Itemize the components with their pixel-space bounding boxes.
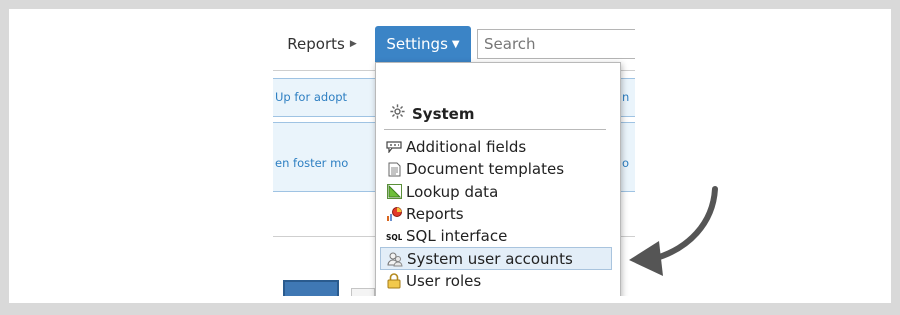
svg-text:SQL: SQL bbox=[386, 233, 402, 241]
screenshot-frame: Reports ▶ Settings ▼ Up for adopt en fos… bbox=[9, 9, 891, 303]
menu-item-label: Additional fields bbox=[406, 138, 527, 157]
background-link[interactable]: Up for adopt bbox=[275, 90, 347, 104]
menu-item-user-roles[interactable]: User roles bbox=[380, 270, 612, 292]
menu-item-sql-interface[interactable]: SQL SQL interface bbox=[380, 225, 612, 247]
menu-item-system-user-accounts[interactable]: System user accounts bbox=[380, 247, 612, 270]
app-viewport: Reports ▶ Settings ▼ Up for adopt en fos… bbox=[273, 26, 635, 296]
lookup-icon bbox=[386, 184, 402, 200]
settings-dropdown-menu: System Additional fields Document templa… bbox=[375, 62, 621, 296]
menu-item-label: Document templates bbox=[406, 160, 565, 179]
thumbnail-image[interactable] bbox=[351, 288, 375, 296]
fields-icon bbox=[386, 139, 402, 155]
menu-item-label: SQL interface bbox=[406, 227, 508, 246]
search-input[interactable] bbox=[477, 29, 635, 59]
menu-item-label: User roles bbox=[406, 271, 482, 290]
menu-item-lookup-data[interactable]: Lookup data bbox=[380, 181, 612, 203]
nav-settings-label: Settings bbox=[386, 35, 448, 53]
nav-reports[interactable]: Reports ▶ bbox=[273, 26, 371, 62]
menu-section-heading: System bbox=[389, 103, 474, 124]
background-text: n bbox=[622, 90, 630, 104]
chart-icon bbox=[386, 206, 402, 222]
document-icon bbox=[386, 161, 402, 177]
menu-item-label: System user accounts bbox=[407, 249, 573, 268]
menu-item-document-templates[interactable]: Document templates bbox=[380, 158, 612, 180]
menu-item-additional-fields[interactable]: Additional fields bbox=[380, 136, 612, 158]
background-link[interactable]: en foster mo bbox=[275, 156, 348, 170]
lock-icon bbox=[386, 273, 402, 289]
caret-down-icon: ▼ bbox=[451, 38, 460, 50]
menu-item-label: Lookup data bbox=[406, 182, 499, 201]
caret-right-icon: ▶ bbox=[349, 39, 357, 49]
menu-heading-label: System bbox=[412, 104, 475, 123]
menu-item-label: Reports bbox=[406, 205, 464, 224]
background-text: o bbox=[622, 156, 630, 170]
thumbnail-image[interactable] bbox=[283, 280, 339, 296]
nav-settings[interactable]: Settings ▼ bbox=[375, 26, 471, 62]
users-icon bbox=[387, 251, 403, 267]
nav-reports-label: Reports bbox=[287, 35, 345, 53]
curved-arrow-icon bbox=[629, 186, 718, 276]
sql-icon: SQL bbox=[386, 228, 402, 244]
menu-item-reports[interactable]: Reports bbox=[380, 203, 612, 225]
divider bbox=[384, 129, 606, 130]
gear-icon bbox=[389, 103, 406, 124]
